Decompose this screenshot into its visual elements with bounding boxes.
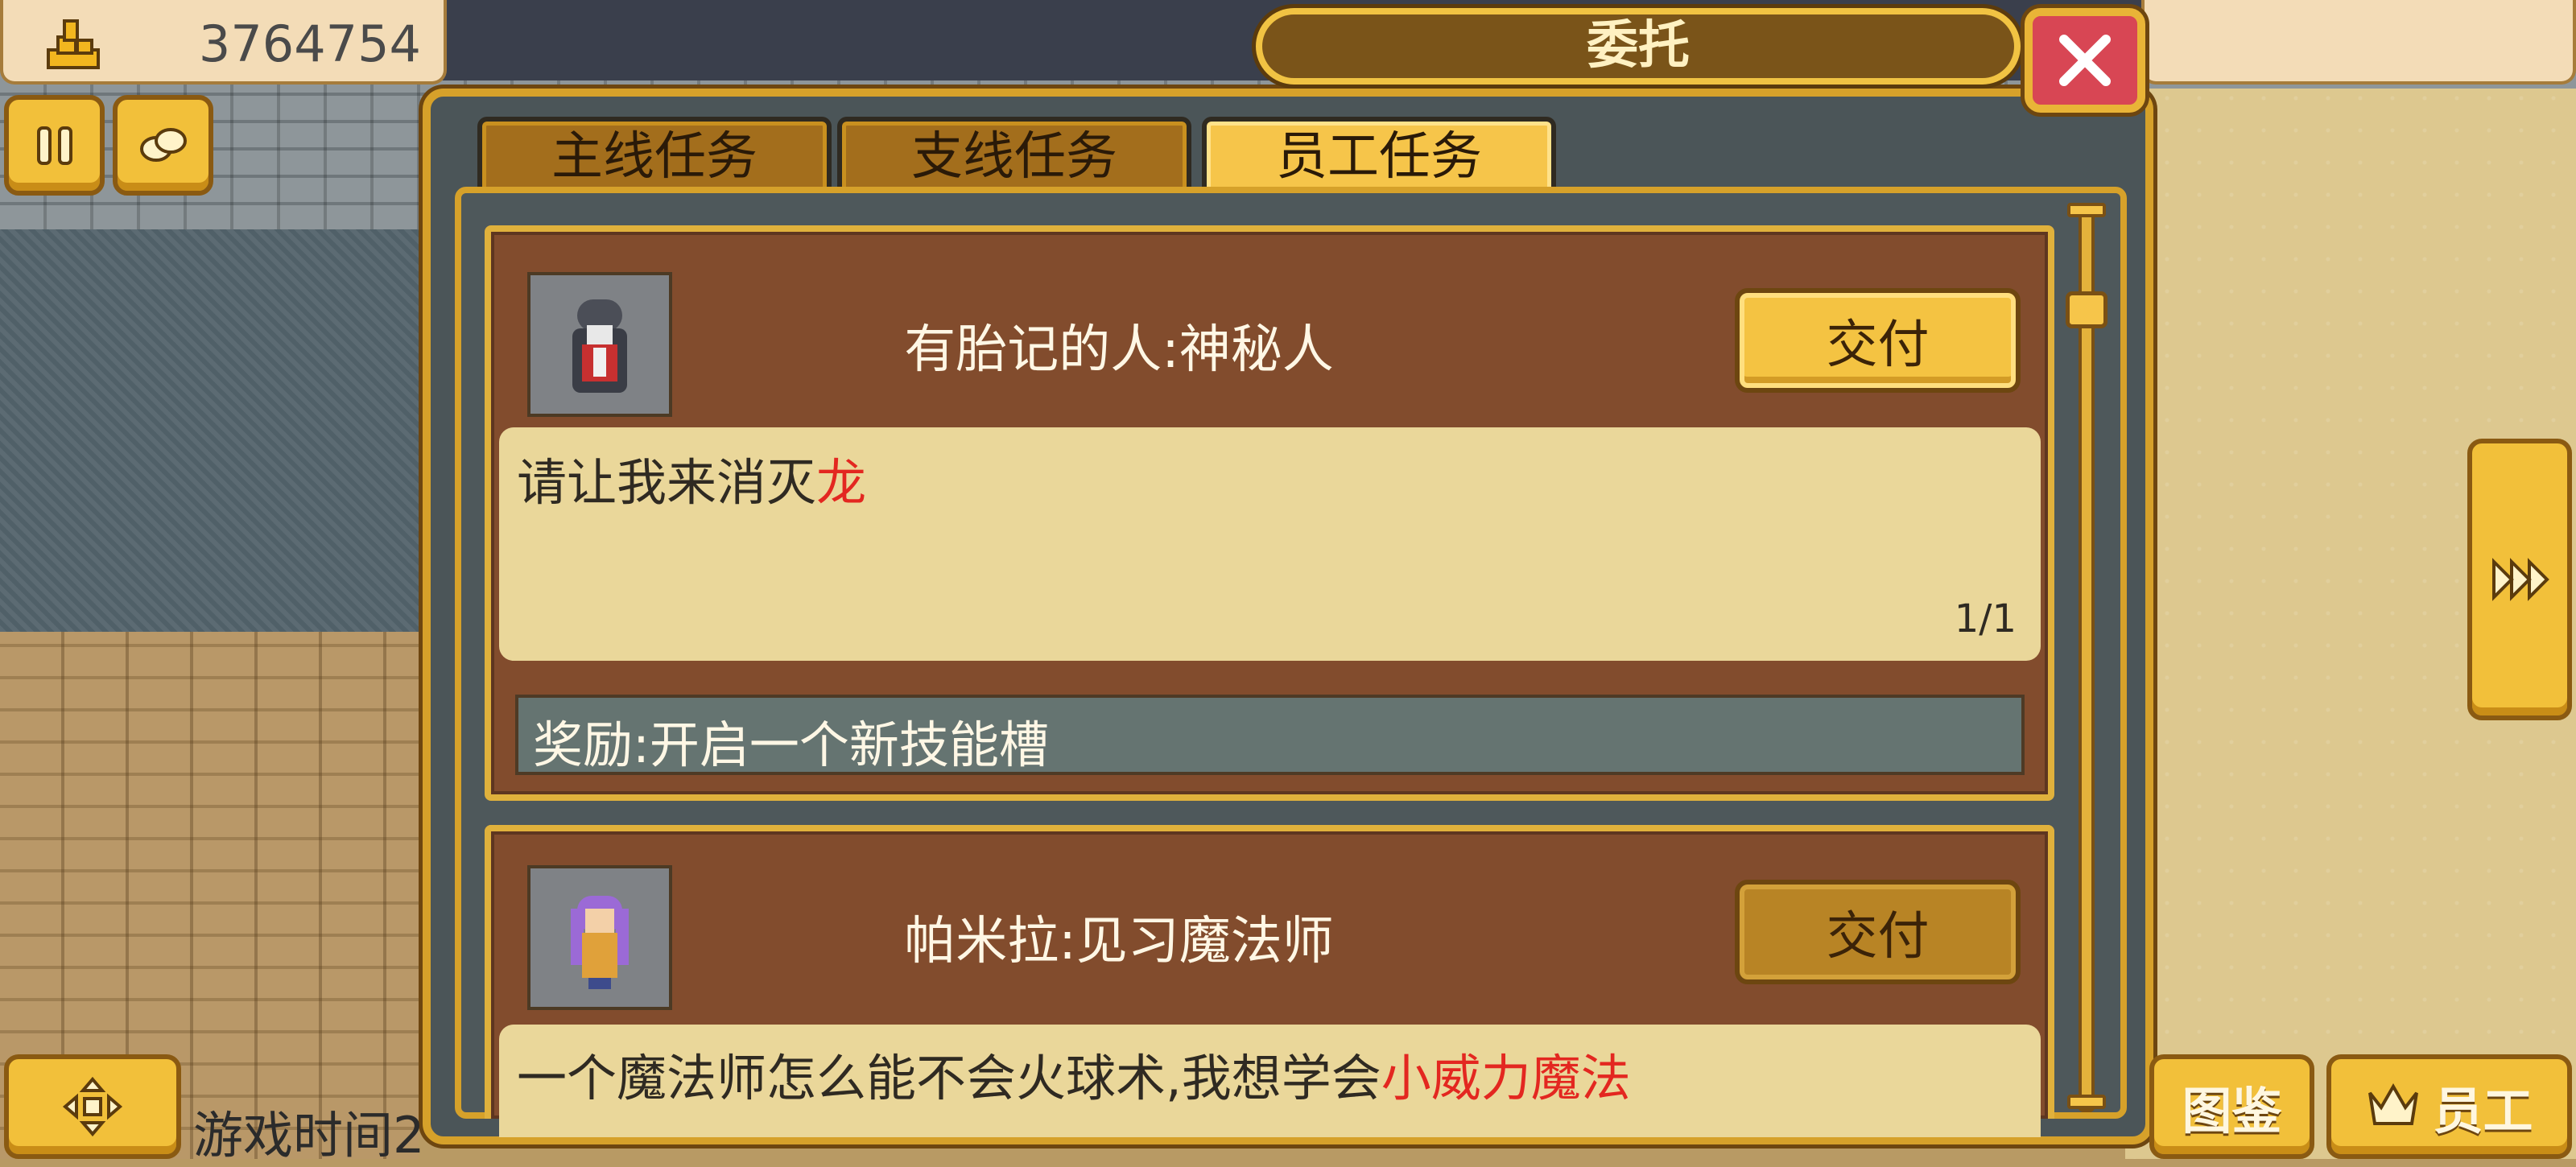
deliver-button[interactable]: 交付 xyxy=(1735,288,2021,393)
catalog-label: 图鉴 xyxy=(2182,1082,2282,1140)
dialog-title: 委托 xyxy=(1256,8,2021,85)
dpad-button[interactable] xyxy=(4,1054,181,1159)
gold-stack-icon xyxy=(47,19,100,69)
next-page-button[interactable] xyxy=(2467,439,2572,720)
scrollbar-thumb[interactable] xyxy=(2066,291,2107,328)
close-icon xyxy=(2059,35,2111,86)
quest-name: 有胎记的人:神秘人 xyxy=(904,320,1334,380)
scrollbar-cap-top xyxy=(2067,203,2106,217)
staff-button[interactable]: 员工 xyxy=(2326,1054,2572,1159)
quest-target-highlight: 小威力魔法 xyxy=(1381,1049,1631,1107)
scroll-icon xyxy=(139,127,187,162)
reward-box: 奖励:开启一个新技能槽 xyxy=(515,695,2025,775)
background-water-pool xyxy=(0,229,419,632)
tab-staff-quest[interactable]: 员工任务 xyxy=(1202,117,1556,192)
crown-icon xyxy=(2368,1082,2419,1125)
money-bar: 3764754 xyxy=(0,0,447,85)
portrait-art xyxy=(571,896,629,989)
portrait-art xyxy=(572,299,627,393)
quest-description: 一个魔法师怎么能不会火球术,我想学会小威力魔法 xyxy=(517,1049,1631,1107)
dpad-icon xyxy=(62,1076,123,1137)
purple-hair-mage-portrait xyxy=(527,865,672,1010)
tab-main-quest[interactable]: 主线任务 xyxy=(477,117,832,192)
quest-progress: 1/1 xyxy=(1954,596,2017,641)
reward-text: 奖励:开启一个新技能槽 xyxy=(533,715,1049,774)
staff-label: 员工 xyxy=(2433,1082,2533,1140)
money-value: 3764754 xyxy=(198,14,421,73)
quest-description: 请让我来消灭龙 xyxy=(517,453,867,512)
quest-card: 帕米拉:见习魔法师 交付 一个魔法师怎么能不会火球术,我想学会小威力魔法 xyxy=(485,825,2054,1137)
quest-target-highlight: 龙 xyxy=(816,453,867,512)
fast-forward-icon xyxy=(2492,558,2549,601)
pause-icon xyxy=(36,126,72,165)
catalog-button[interactable]: 图鉴 xyxy=(2149,1054,2314,1159)
scrollbar-cap-bottom xyxy=(2067,1095,2106,1109)
close-button[interactable] xyxy=(2025,8,2145,113)
quest-description-box: 请让我来消灭龙 1/1 xyxy=(499,427,2041,661)
scrollbar-track[interactable] xyxy=(2079,203,2095,1112)
tab-side-quest[interactable]: 支线任务 xyxy=(837,117,1191,192)
deliver-button[interactable]: 交付 xyxy=(1735,880,2021,984)
pause-button[interactable] xyxy=(4,95,105,196)
quest-description-box: 一个魔法师怎么能不会火球术,我想学会小威力魔法 xyxy=(499,1025,2041,1137)
game-time: 游戏时间2 xyxy=(193,1106,425,1165)
top-right-bar xyxy=(2141,0,2576,85)
quest-card: 有胎记的人:神秘人 交付 请让我来消灭龙 1/1 奖励:开启一个新技能槽 xyxy=(485,225,2054,801)
hooded-figure-portrait xyxy=(527,272,672,417)
menu-button[interactable] xyxy=(113,95,213,196)
quest-name: 帕米拉:见习魔法师 xyxy=(904,912,1334,971)
